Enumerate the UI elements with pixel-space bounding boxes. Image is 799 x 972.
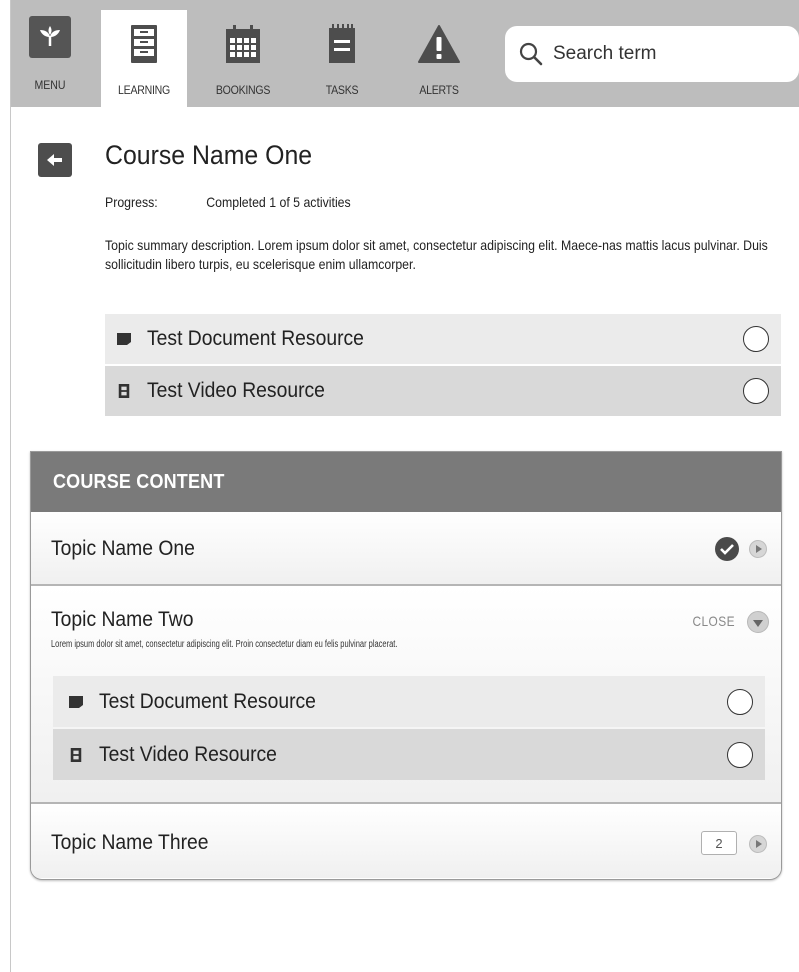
back-button[interactable] (38, 143, 72, 177)
document-icon (69, 695, 83, 708)
panel-title: COURSE CONTENT (53, 470, 225, 493)
topic-title: Topic Name Two (51, 608, 194, 631)
menu-icon-box (29, 16, 71, 58)
video-icon (118, 384, 130, 398)
app-frame: MENU LEARNING BOOKINGS TASKS ALERTS Sear… (0, 0, 799, 972)
tab-alerts[interactable]: ALERTS (396, 10, 482, 107)
warning-icon (418, 25, 460, 63)
expand-arrow-icon[interactable] (749, 835, 767, 853)
tab-tasks[interactable]: TASKS (299, 10, 385, 107)
resource-label: Test Document Resource (147, 327, 364, 350)
calendar-icon (226, 25, 260, 63)
topic-row-one[interactable]: Topic Name One (31, 512, 781, 586)
expand-arrow-icon[interactable] (749, 540, 767, 558)
tab-tasks-label: TASKS (325, 83, 359, 97)
course-resource-list: Test Document Resource Test Video Resour… (105, 314, 781, 418)
progress-row: Progress: Completed 1 of 5 activities (105, 194, 351, 210)
tab-bookings[interactable]: BOOKINGS (200, 10, 286, 107)
frame-border (10, 0, 11, 972)
back-arrow-icon (47, 154, 62, 166)
topic-summary: Topic summary description. Lorem ipsum d… (105, 237, 768, 272)
course-content-panel: COURSE CONTENT Topic Name One Topic Name… (30, 451, 782, 880)
progress-label: Progress: (105, 194, 158, 210)
resource-label: Test Video Resource (147, 379, 325, 402)
topic-row-two: Topic Name Two Lorem ipsum dolor sit ame… (31, 586, 781, 804)
menu-button[interactable]: MENU (26, 16, 74, 92)
close-label[interactable]: CLOSE (693, 613, 735, 629)
menu-label: MENU (34, 78, 66, 92)
tab-learning[interactable]: LEARNING (101, 10, 187, 107)
video-icon (70, 747, 82, 762)
progress-value: Completed 1 of 5 activities (206, 194, 351, 210)
document-icon (117, 333, 131, 345)
list-item[interactable]: Test Video Resource (53, 729, 765, 780)
page-title: Course Name One (105, 140, 313, 170)
list-item[interactable]: Test Video Resource (105, 366, 781, 416)
notepad-icon (329, 24, 355, 63)
resource-label: Test Document Resource (99, 689, 316, 713)
search-input[interactable] (553, 43, 773, 65)
tab-alerts-label: ALERTS (419, 83, 459, 97)
leaf-logo-icon (40, 26, 60, 46)
completion-checkbox[interactable] (727, 741, 753, 768)
list-item[interactable]: Test Document Resource (53, 676, 765, 727)
completion-checkbox[interactable] (743, 326, 769, 352)
topic-resource-list: Test Document Resource Test Video Resour… (53, 676, 765, 782)
completed-check-icon (715, 537, 739, 561)
search-icon (519, 42, 543, 66)
topic-row-three[interactable]: Topic Name Three 2 (31, 804, 781, 878)
topic-title: Topic Name One (51, 537, 195, 560)
topic-title: Topic Name Three (51, 831, 209, 854)
list-item[interactable]: Test Document Resource (105, 314, 781, 364)
tab-learning-label: LEARNING (118, 83, 170, 97)
search-box[interactable] (505, 26, 799, 82)
tab-bookings-label: BOOKINGS (215, 83, 271, 97)
cabinet-icon (131, 25, 157, 63)
activity-count-badge: 2 (701, 831, 737, 855)
collapse-arrow-icon[interactable] (747, 611, 769, 633)
panel-header: COURSE CONTENT (31, 452, 781, 512)
topic-description: Lorem ipsum dolor sit amet, consectetur … (51, 639, 398, 650)
top-nav-bar: MENU LEARNING BOOKINGS TASKS ALERTS Sear… (11, 0, 799, 107)
completion-checkbox[interactable] (743, 378, 769, 404)
completion-checkbox[interactable] (727, 688, 753, 715)
resource-label: Test Video Resource (99, 742, 277, 766)
